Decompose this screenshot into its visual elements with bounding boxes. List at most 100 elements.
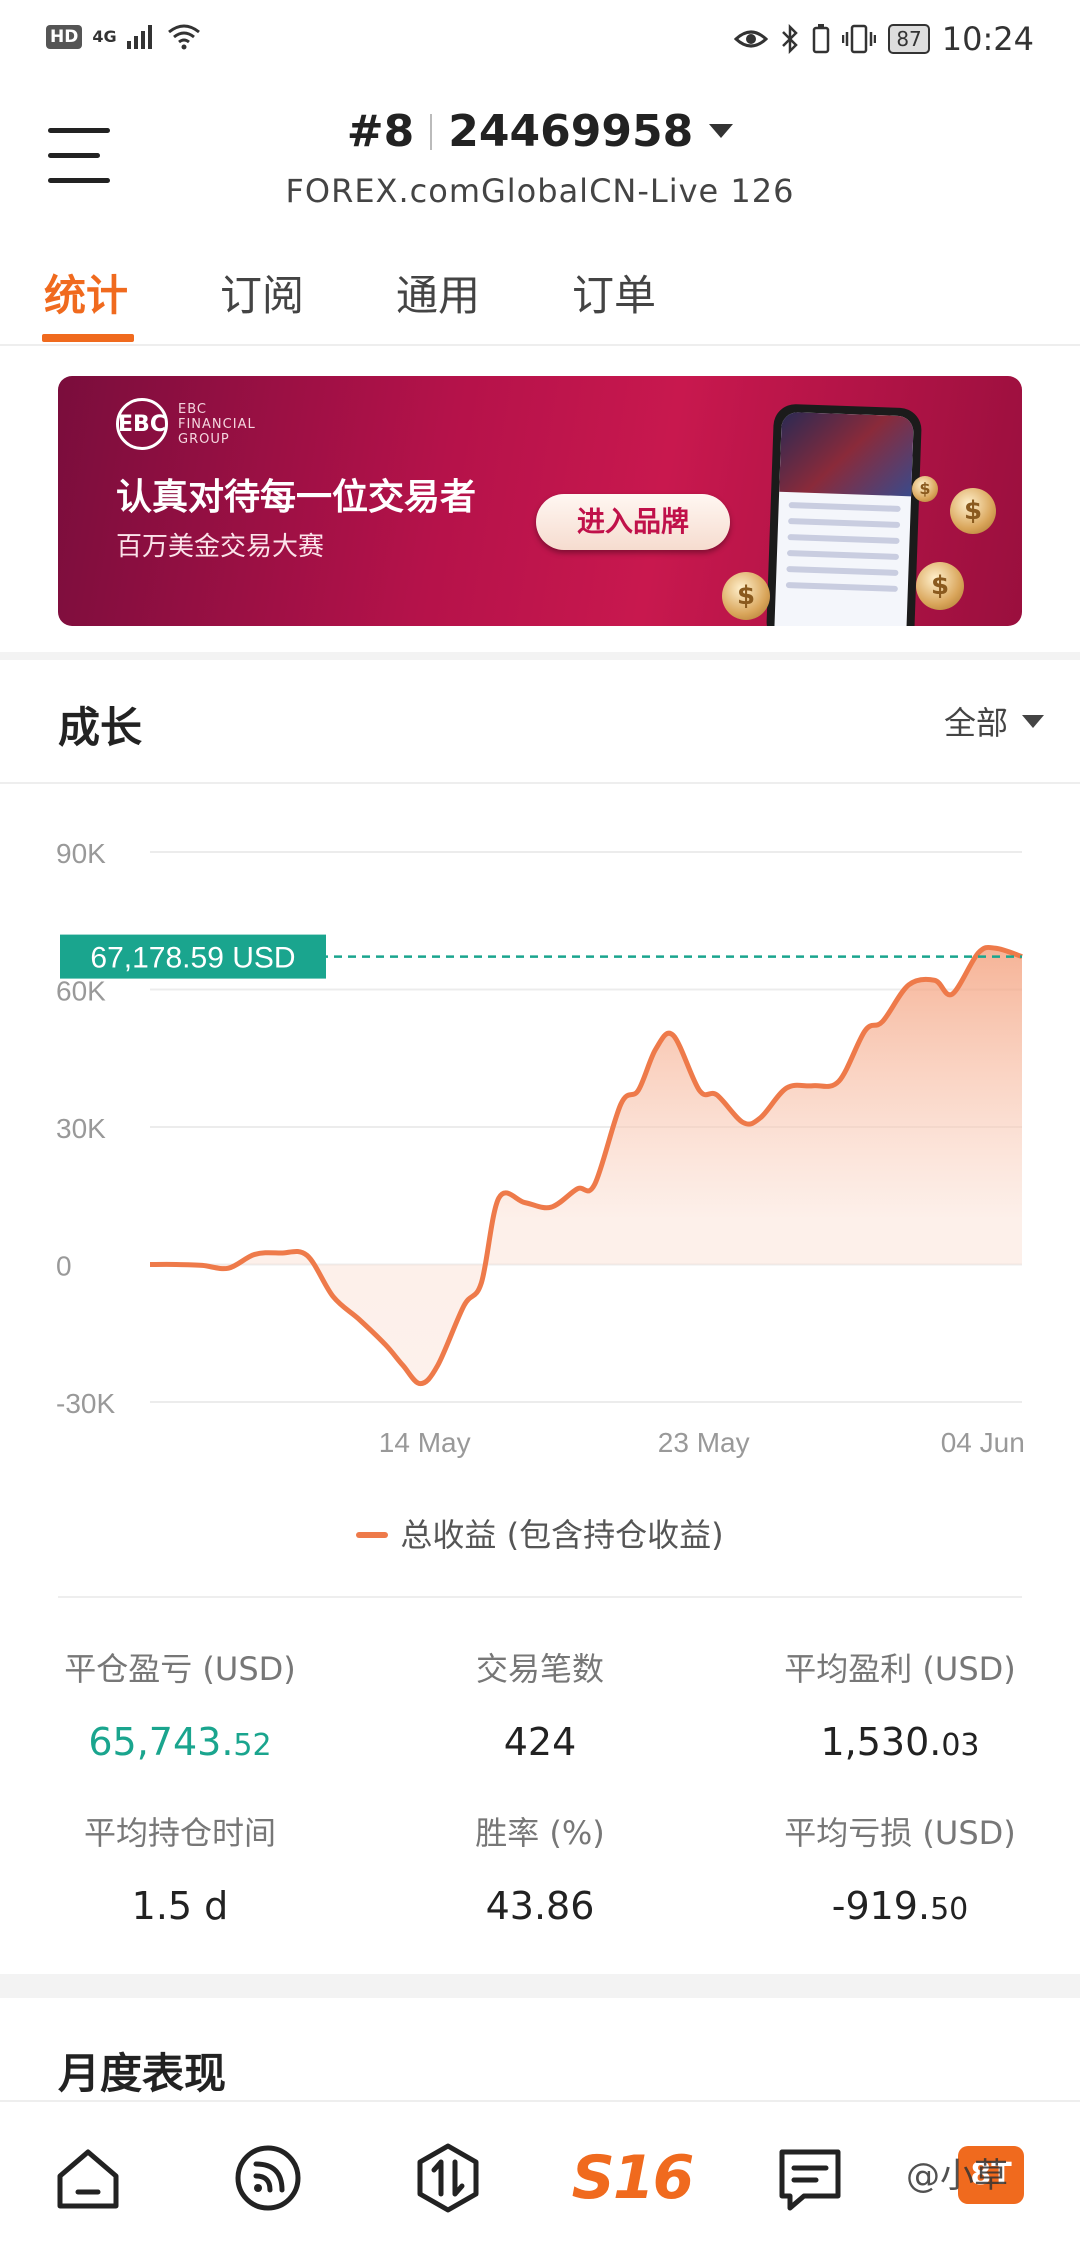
logo-line: EBC — [178, 401, 207, 417]
stat-closed-pnl: 平仓盈亏 (USD) 65,743.52 — [10, 1644, 350, 1764]
logo-line: FINANCIAL — [178, 416, 256, 432]
tab-bar: 统计 订阅 通用 订单 — [0, 250, 1080, 346]
stat-value-int: 424 — [503, 1720, 577, 1764]
enter-brand-button[interactable]: 进入品牌 — [536, 494, 730, 550]
legend-swatch — [356, 1532, 389, 1538]
x-tick-label: 04 Jun — [941, 1427, 1025, 1458]
account-index: #8 — [346, 106, 415, 157]
watermark: @小草 — [906, 2156, 1008, 2196]
stats-divider — [58, 1596, 1022, 1598]
wifi-icon — [167, 24, 200, 50]
range-filter-dropdown[interactable]: 全部 — [944, 698, 1044, 744]
status-bar-left: HD 4G — [46, 24, 201, 50]
stat-value: -919.50 — [730, 1884, 1070, 1928]
hd-badge: HD — [46, 25, 83, 49]
phone-screen — [773, 411, 914, 626]
active-tab-indicator — [42, 334, 134, 342]
phone-screen-image — [779, 411, 914, 497]
signal-icon — [126, 25, 152, 49]
stat-value-int: -919. — [831, 1884, 931, 1928]
chart-legend: 总收益 (包含持仓收益) — [0, 1510, 1080, 1556]
nav-messages[interactable] — [770, 2138, 850, 2218]
status-bar: HD 4G 87 10:24 — [0, 0, 1080, 84]
stat-label: 交易笔数 — [475, 1650, 604, 1688]
x-tick-label: 14 May — [379, 1427, 471, 1458]
stat-trade-count: 交易笔数 424 — [370, 1644, 710, 1764]
ebc-logo: EBC EBC FINANCIAL GROUP — [116, 398, 256, 450]
phone-illustration — [765, 403, 923, 626]
server-name: FOREX.comGlobalCN-Live 126 — [285, 172, 795, 210]
nav-home[interactable] — [48, 2138, 128, 2218]
tab-general[interactable]: 通用 — [396, 262, 480, 323]
coin-icon: $ — [916, 562, 964, 610]
stat-win-rate: 胜率 (%) 43.86 — [370, 1808, 710, 1928]
promo-banner[interactable]: EBC EBC FINANCIAL GROUP 认真对待每一位交易者 百万美金交… — [58, 376, 1022, 626]
stat-avg-profit: 平均盈利 (USD) 1,530.03 — [730, 1644, 1070, 1764]
growth-title: 成长 — [58, 703, 143, 752]
legend-label: 总收益 (包含持仓收益) — [400, 1516, 724, 1554]
tab-statistics[interactable]: 统计 — [44, 262, 128, 323]
coin-icon: $ — [950, 488, 996, 534]
nav-trade[interactable] — [408, 2138, 488, 2218]
s16-label: S16 — [571, 2143, 695, 2213]
banner-subtitle: 百万美金交易大赛 — [116, 532, 325, 562]
eye-icon — [734, 30, 769, 48]
home-icon — [57, 2149, 119, 2209]
stat-value-int: 1.5 d — [131, 1884, 229, 1928]
stat-value-frac: 52 — [233, 1728, 272, 1763]
stat-label: 平仓盈亏 (USD) — [64, 1650, 296, 1688]
stat-value: 43.86 — [370, 1884, 710, 1928]
stat-label: 平均亏损 (USD) — [784, 1814, 1016, 1852]
growth-header: 成长 全部 — [0, 660, 1080, 784]
network-type: 4G — [92, 27, 117, 46]
growth-chart: 90K 60K 30K 0 -30K 14 May 23 May 04 Jun 67,178.5… — [0, 790, 1080, 1570]
section-divider — [0, 1974, 1080, 1998]
caret-down-icon — [709, 124, 734, 138]
stat-value-int: 65,743. — [88, 1720, 234, 1764]
growth-chart-svg: 90K 60K 30K 0 -30K 14 May 23 May 04 Jun 67,178.5… — [56, 838, 1025, 1458]
account-separator — [430, 114, 433, 150]
logo-line: GROUP — [178, 431, 230, 447]
banner-title: 认真对待每一位交易者 — [116, 477, 477, 518]
stat-label: 胜率 (%) — [475, 1814, 605, 1852]
x-tick-label: 23 May — [658, 1427, 750, 1458]
battery-saver-icon — [813, 24, 830, 54]
y-tick-label: 60K — [56, 976, 106, 1007]
stat-value: 1.5 d — [10, 1884, 350, 1928]
monthly-performance-title: 月度表现 — [58, 2049, 227, 2098]
nav-feed[interactable] — [228, 2138, 308, 2218]
stat-value: 424 — [370, 1720, 710, 1764]
account-number: 24469958 — [448, 106, 694, 157]
stat-value-int: 43.86 — [485, 1884, 595, 1928]
trade-icon — [417, 2143, 479, 2213]
ebc-logo-icon: EBC — [116, 398, 168, 450]
ebc-logo-text: EBC FINANCIAL GROUP — [178, 402, 256, 447]
y-tick-label: -30K — [56, 1388, 115, 1419]
nav-s16[interactable]: S16 — [572, 2138, 695, 2218]
range-filter-label: 全部 — [943, 704, 1008, 742]
stat-value-int: 1,530. — [820, 1720, 942, 1764]
stat-value: 65,743.52 — [10, 1720, 350, 1764]
tab-orders[interactable]: 订单 — [572, 262, 656, 323]
stat-label: 平均持仓时间 — [83, 1814, 276, 1852]
current-value-label: 67,178.59 USD — [90, 942, 295, 975]
coin-icon: $ — [722, 572, 770, 620]
y-tick-label: 90K — [56, 838, 106, 869]
status-bar-right: 87 10:24 — [734, 20, 1034, 58]
feed-icon — [235, 2145, 301, 2211]
stat-value-frac: 03 — [941, 1728, 980, 1763]
caret-down-icon — [1022, 715, 1044, 728]
battery-level: 87 — [888, 24, 930, 54]
stat-avg-hold-time: 平均持仓时间 1.5 d — [10, 1808, 350, 1928]
account-header: #8 24469958 FOREX.comGlobalCN-Live 126 — [0, 100, 1080, 220]
tab-subscribe[interactable]: 订阅 — [220, 262, 304, 323]
message-icon — [779, 2149, 841, 2211]
account-selector[interactable]: #8 24469958 — [0, 106, 1080, 157]
vibrate-icon — [842, 24, 877, 54]
stat-value-frac: 50 — [930, 1892, 969, 1927]
section-divider — [0, 652, 1080, 660]
y-tick-label: 30K — [56, 1113, 106, 1144]
stat-value: 1,530.03 — [730, 1720, 1070, 1764]
bluetooth-icon — [782, 24, 799, 54]
stat-avg-loss: 平均亏损 (USD) -919.50 — [730, 1808, 1070, 1928]
